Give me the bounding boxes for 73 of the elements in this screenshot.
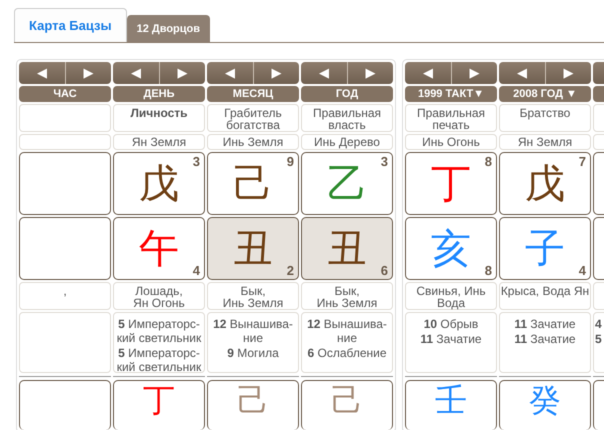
branch-description: Бык, Инь Земля [301,282,393,310]
strength-stage: 10 Обрыв [422,317,480,331]
ten-god-label: Правильная власть [301,104,393,132]
element-label: Инь Дерево [301,134,393,150]
branch-description: Крыса, Вода Ян [499,282,591,310]
element-label: Ян Земля [499,134,591,150]
stem-character: 癸 [529,384,561,421]
column-header[interactable]: 2008 ГОД ▼ [499,86,591,102]
previous-button[interactable]: ◀ [499,62,544,84]
column-header[interactable]: ДЕНЬ [113,86,205,102]
previous-button[interactable]: ◀ [405,62,450,84]
stem-number: 3 [380,155,388,168]
stem-character: 丁 [143,384,175,421]
stem-number: 3 [192,155,200,168]
branch-character: 午 [139,228,179,268]
strength-stage: 11 Зачатие [513,332,577,346]
next-button[interactable]: ▶ [450,62,497,84]
branch-number: 6 [380,264,388,277]
element-label: Ян Земля [113,134,205,150]
ten-god-label: Личность [113,104,205,132]
next-button[interactable]: ▶ [64,62,111,84]
branch-number: 4 [192,264,200,277]
stem-character: 己 [237,384,269,421]
next-button[interactable]: ▶ [252,62,299,84]
branch-character: 子 [525,228,565,268]
stem-number: 9 [286,155,294,168]
branch-number: 2 [286,264,294,277]
branch-character: 丑 [327,228,367,268]
column-header[interactable]: МЕСЯЦ [207,86,299,102]
previous-button[interactable]: ◀ [113,62,158,84]
element-label: Инь Огонь [405,134,497,150]
stem-character: 丁 [431,164,471,204]
next-button[interactable]: ▶ [346,62,393,84]
strength-stage: 11 Зачатие [513,317,577,331]
column-header[interactable]: 1999 ТАКТ▼ [405,86,497,102]
previous-button[interactable]: ◀ [207,62,252,84]
branch-character: 亥 [431,228,471,268]
strength-stage: 5 Императорс-кий светильник [116,317,202,345]
stem-character: 戊 [525,164,565,204]
branch-description: Лошадь, Ян Огонь [113,282,205,310]
strength-stage: 4 [595,317,603,331]
strength-stage: 9 Могила [226,346,280,360]
tab[interactable]: 12 Дворцов [126,15,210,42]
element-label: Инь Земля [207,134,299,150]
previous-button[interactable]: ◀ [19,62,64,84]
branch-description: Свинья, Инь Вода [405,282,497,310]
strength-stage: 12 Вынашива-ние [306,317,388,345]
strength-stage: 11 Зачатие [419,332,483,346]
branch-character: 丑 [233,228,273,268]
stem-character: 己 [233,164,273,204]
next-button[interactable]: ▶ [158,62,205,84]
strength-stage: 5 [595,332,603,346]
stem-character: 戊 [139,164,179,204]
column-header[interactable]: ГОД [301,86,393,102]
stem-character: 己 [331,384,363,421]
strength-stage: 6 Ослабление [306,346,388,360]
stem-character: 壬 [435,384,467,421]
branch-number: 4 [578,264,586,277]
branch-description: Бык, Инь Земля [207,282,299,310]
strength-stage: 12 Вынашива-ние [212,317,294,345]
tab[interactable]: Карта Бацзы [14,8,127,42]
strength-stage: 5 Императорс-кий светильник [116,346,202,374]
column-header[interactable]: ЧАС [19,86,111,102]
ten-god-label: Грабитель богатства [207,104,299,132]
stem-number: 7 [578,155,586,168]
stem-character: 乙 [327,164,367,204]
stem-number: 8 [484,155,492,168]
previous-button[interactable]: ◀ [301,62,346,84]
ten-god-label: Братство [499,104,591,132]
ten-god-label: Правильная печать [405,104,497,132]
next-button[interactable]: ▶ [544,62,591,84]
branch-number: 8 [484,264,492,277]
branch-description: , [19,282,111,310]
